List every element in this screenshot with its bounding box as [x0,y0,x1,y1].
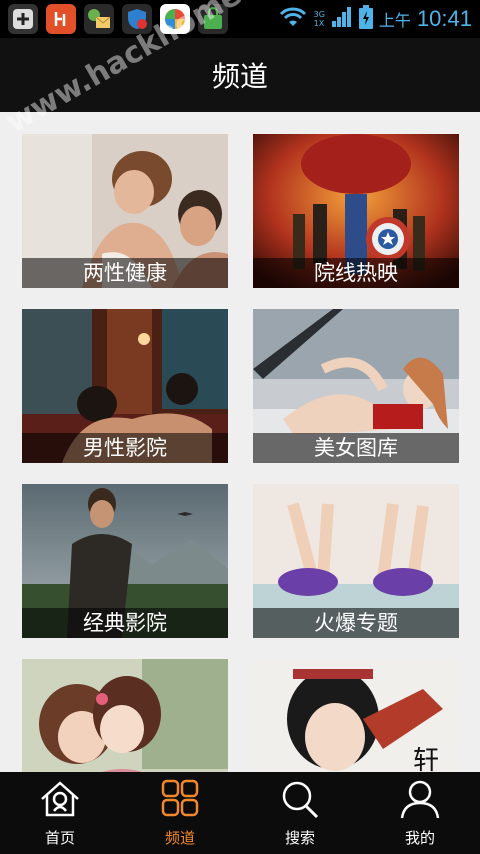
channel-label: 美女图库 [253,433,459,463]
clock: 10:41 [416,6,472,31]
network-1x-label: 1X [313,19,325,28]
tab-search[interactable]: 搜索 [240,772,360,854]
channel-tile-cinema[interactable]: 院线热映 [253,134,459,288]
tab-profile[interactable]: 我的 [360,772,480,854]
channel-label: 火爆专题 [253,608,459,638]
security-app-icon [122,4,152,34]
svg-text:轩: 轩 [413,746,439,772]
wifi-icon [278,6,308,32]
bottom-tab-bar: 首页 频道 搜索 我的 [0,772,480,854]
search-icon [278,779,322,823]
mail-app-icon [84,4,114,34]
tab-channels[interactable]: 频道 [120,772,240,854]
channel-tile-health[interactable]: 两性健康 [22,134,228,288]
channel-tile-men-cinema[interactable]: 男性影院 [22,309,228,463]
header: 频道 [0,38,480,112]
channel-grid: 两性健康 院线热映 男性影院 美女图库 经典影院 火爆专题 轩 [0,112,480,772]
tab-label: 我的 [404,828,435,847]
grid-icon [158,779,202,823]
store-app-icon [160,4,190,34]
tab-home[interactable]: 首页 [0,772,120,854]
channel-label: 经典影院 [22,608,228,638]
status-indicators: 3G 1X 上午 10:41 [278,4,472,34]
shopping-app-icon [198,4,228,34]
channel-tile-costume[interactable]: 轩 [253,659,459,772]
channel-label: 院线热映 [253,258,459,288]
page-title: 频道 [211,60,268,93]
network-3g-label: 3G [313,10,325,19]
channel-tile-hot-topics[interactable]: 火爆专题 [253,484,459,638]
tab-label: 频道 [164,828,195,847]
tab-label: 搜索 [284,828,315,847]
user-icon [398,779,442,823]
ampm-label: 上午 [378,11,411,30]
status-bar: 3G 1X 上午 10:41 [0,0,480,38]
signal-icon [331,6,353,32]
channel-label: 男性影院 [22,433,228,463]
channel-tile-classic-cinema[interactable]: 经典影院 [22,484,228,638]
anime-couple-illustration [22,659,228,772]
network-type: 3G 1X [314,10,325,28]
channel-tile-anime[interactable] [22,659,228,772]
channel-label: 两性健康 [22,258,228,288]
home-icon [38,779,82,823]
add-notification-icon [8,4,38,34]
battery-charging-icon [358,5,373,33]
tab-label: 首页 [44,828,75,847]
music-app-icon [46,4,76,34]
channel-tile-beauty-gallery[interactable]: 美女图库 [253,309,459,463]
costume-portrait-photo: 轩 [253,659,459,772]
notification-icons [8,4,228,34]
